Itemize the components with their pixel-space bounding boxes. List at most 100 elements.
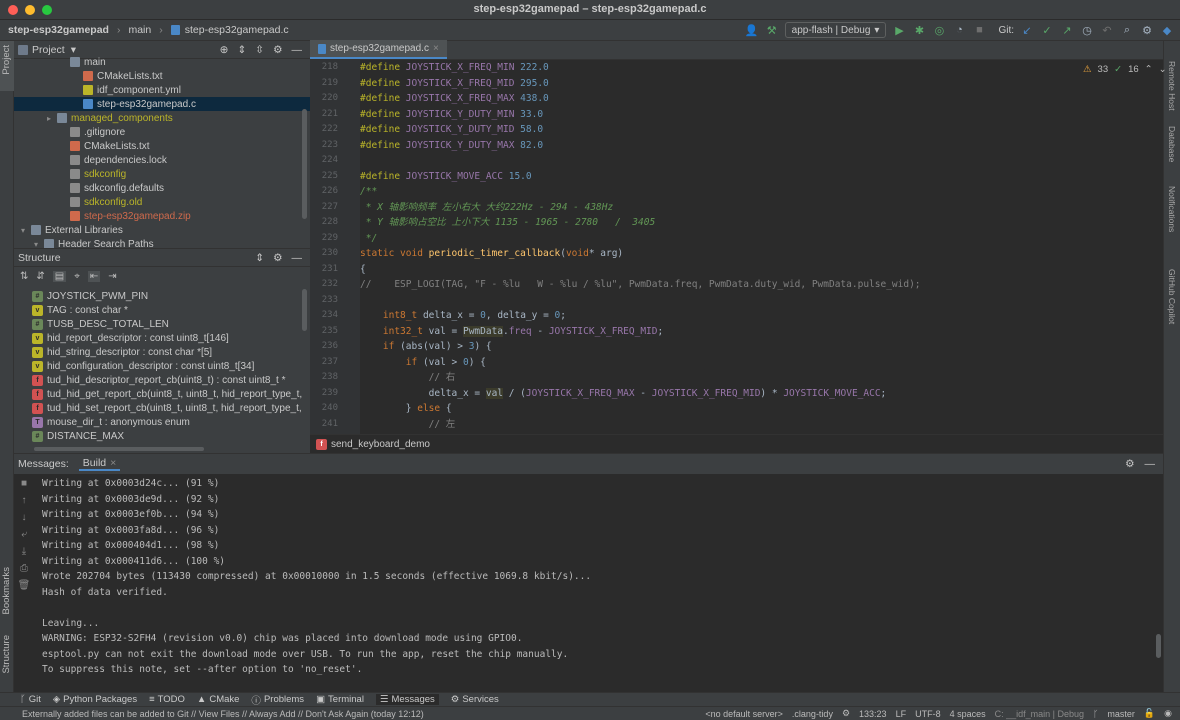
project-tree-item[interactable]: ▸ managed_components: [14, 111, 310, 125]
arrow-up-icon[interactable]: ↑: [22, 495, 27, 506]
locate-icon[interactable]: ⊕: [220, 44, 229, 56]
profile-icon[interactable]: ◔: [952, 23, 966, 37]
python-packages-tool-tab[interactable]: ◈ Python Packages: [53, 694, 137, 705]
code-area[interactable]: #define JOYSTICK_X_FREQ_MIN 222.0 #defin…: [360, 60, 1160, 434]
bookmarks-tool-tab[interactable]: Bookmarks: [1, 567, 12, 615]
project-tree-item[interactable]: .gitignore: [14, 125, 310, 139]
sort-visibility-icon[interactable]: ⇵: [36, 271, 44, 282]
gear-icon[interactable]: ⚙: [273, 252, 282, 264]
status-git-branch[interactable]: master: [1107, 709, 1135, 719]
project-tree-item[interactable]: dependencies.lock: [14, 153, 310, 167]
close-icon[interactable]: ×: [433, 43, 439, 54]
remote-host-tool-tab[interactable]: Remote Host: [1167, 61, 1177, 111]
structure-item[interactable]: # TUSB_DESC_TOTAL_LEN: [14, 317, 310, 331]
git-push-icon[interactable]: ↗: [1060, 23, 1074, 37]
breadcrumb-file[interactable]: step-esp32gamepad.c: [185, 24, 289, 36]
structure-h-scrollbar[interactable]: [34, 447, 204, 451]
project-panel-title[interactable]: Project: [32, 44, 65, 56]
structure-item[interactable]: f tud_hid_get_report_cb(uint8_t, uint8_t,…: [14, 387, 310, 401]
structure-item[interactable]: v hid_configuration_descriptor : const ui…: [14, 359, 310, 373]
stop-icon[interactable]: ■: [972, 23, 986, 37]
plugin-icon[interactable]: ◆: [1160, 23, 1174, 37]
project-tree-item[interactable]: sdkconfig.old: [14, 195, 310, 209]
copilot-icon[interactable]: ◉: [1164, 708, 1172, 719]
status-resolve-context[interactable]: C: __idf_main | Debug: [995, 709, 1084, 719]
status-server[interactable]: <no default server>: [705, 709, 783, 719]
status-linter[interactable]: .clang-tidy: [792, 709, 833, 719]
todo-tool-tab[interactable]: ≡ TODO: [149, 694, 185, 705]
run-configuration-select[interactable]: app-flash | Debug ▾: [784, 22, 887, 38]
stop-icon[interactable]: ■: [21, 478, 27, 489]
debug-icon[interactable]: ✱: [912, 23, 926, 37]
chevron-icon[interactable]: ▸: [47, 114, 57, 123]
git-update-icon[interactable]: ↙: [1020, 23, 1034, 37]
github-copilot-tool-tab[interactable]: GitHub Copilot: [1167, 269, 1177, 324]
structure-item[interactable]: f tud_hid_set_report_cb(uint8_t, uint8_t,…: [14, 401, 310, 415]
hide-icon[interactable]: —: [292, 252, 303, 264]
status-indent[interactable]: 4 spaces: [950, 709, 986, 719]
editor-tab[interactable]: step-esp32gamepad.c ×: [310, 40, 447, 59]
problems-tool-tab[interactable]: ⓘ Problems: [251, 693, 304, 707]
coverage-icon[interactable]: ◎: [932, 23, 946, 37]
git-tool-tab[interactable]: ᚴ Git: [20, 694, 41, 705]
project-tree-item[interactable]: main: [14, 55, 310, 69]
show-inherited-icon[interactable]: ⌖: [74, 271, 80, 282]
structure-item[interactable]: # JOYSTICK_PWM_PIN: [14, 289, 310, 303]
gear-icon[interactable]: ⚙: [1140, 23, 1154, 37]
expand-all-icon[interactable]: ⇕: [237, 44, 246, 56]
scroll-to-end-icon[interactable]: ⤓: [22, 546, 26, 557]
structure-tool-tab[interactable]: Structure: [1, 635, 12, 674]
structure-item[interactable]: Tmouse_dir_t : anonymous enum: [14, 415, 310, 429]
sort-alpha-icon[interactable]: ⇅: [20, 271, 28, 282]
hammer-icon[interactable]: ⚒: [765, 23, 779, 37]
terminal-tool-tab[interactable]: ▣ Terminal: [316, 694, 364, 705]
structure-item[interactable]: # DISTANCE_MAX: [14, 429, 310, 443]
expand-all-icon[interactable]: ⇕: [255, 252, 264, 264]
status-caret-position[interactable]: 133:23: [859, 709, 887, 719]
notifications-tool-tab[interactable]: Notifications: [1167, 186, 1177, 232]
project-tree-item[interactable]: step-esp32gamepad.zip: [14, 209, 310, 223]
close-icon[interactable]: ×: [110, 457, 116, 469]
messages-tool-tab[interactable]: ☰ Messages: [375, 694, 439, 705]
arrow-down-icon[interactable]: ↓: [22, 512, 27, 523]
soft-wrap-icon[interactable]: ⤶: [21, 529, 27, 540]
project-tool-tab[interactable]: Project: [1, 45, 12, 75]
chevron-icon[interactable]: ▾: [21, 226, 31, 235]
search-icon[interactable]: ⌕: [1120, 23, 1134, 37]
hide-icon[interactable]: —: [292, 44, 303, 56]
chevron-down-icon[interactable]: ▾: [71, 44, 76, 56]
project-tree-item[interactable]: ▾ External Libraries: [14, 223, 310, 237]
project-scrollbar[interactable]: [302, 109, 307, 219]
build-output[interactable]: Writing at 0x0003d24c... (91 %) Writing a…: [42, 476, 1152, 678]
project-tree-item[interactable]: step-esp32gamepad.c: [14, 97, 310, 111]
history-icon[interactable]: ◷: [1080, 23, 1094, 37]
project-tree-item[interactable]: sdkconfig.defaults: [14, 181, 310, 195]
trash-icon[interactable]: 🗑: [18, 580, 31, 591]
services-tool-tab[interactable]: ⚙ Services: [451, 694, 499, 705]
user-icon[interactable]: 👤: [745, 23, 759, 37]
database-tool-tab[interactable]: Database: [1167, 126, 1177, 162]
breadcrumb-folder[interactable]: main: [128, 24, 151, 36]
show-fields-icon[interactable]: ▤: [52, 270, 67, 282]
rollback-icon[interactable]: ↶: [1100, 23, 1114, 37]
build-tab[interactable]: Build ×: [78, 457, 121, 471]
structure-item[interactable]: v hid_string_descriptor : const char *[5]: [14, 345, 310, 359]
status-message[interactable]: Externally added files can be added to G…: [22, 709, 424, 719]
collapse-all-icon[interactable]: ⇳: [255, 44, 264, 56]
status-line-separator[interactable]: LF: [896, 709, 907, 719]
project-tree-item[interactable]: idf_component.yml: [14, 83, 310, 97]
format-icon[interactable]: ⚙: [842, 708, 850, 719]
code-breadcrumb-function[interactable]: send_keyboard_demo: [331, 439, 430, 450]
run-icon[interactable]: ▶: [892, 23, 906, 37]
project-tree-item[interactable]: CMakeLists.txt: [14, 69, 310, 83]
hide-icon[interactable]: —: [1145, 458, 1156, 470]
breadcrumb-project[interactable]: step-esp32gamepad: [8, 24, 109, 36]
git-commit-icon[interactable]: ✓: [1040, 23, 1054, 37]
print-icon[interactable]: ⎙: [20, 563, 28, 574]
structure-item[interactable]: v TAG : const char *: [14, 303, 310, 317]
autoscroll-to-source-icon[interactable]: ⇤: [87, 270, 101, 282]
project-tree-item[interactable]: CMakeLists.txt: [14, 139, 310, 153]
lock-icon[interactable]: 🔓: [1144, 708, 1155, 719]
status-encoding[interactable]: UTF-8: [915, 709, 941, 719]
structure-item[interactable]: v hid_report_descriptor : const uint8_t[1…: [14, 331, 310, 345]
